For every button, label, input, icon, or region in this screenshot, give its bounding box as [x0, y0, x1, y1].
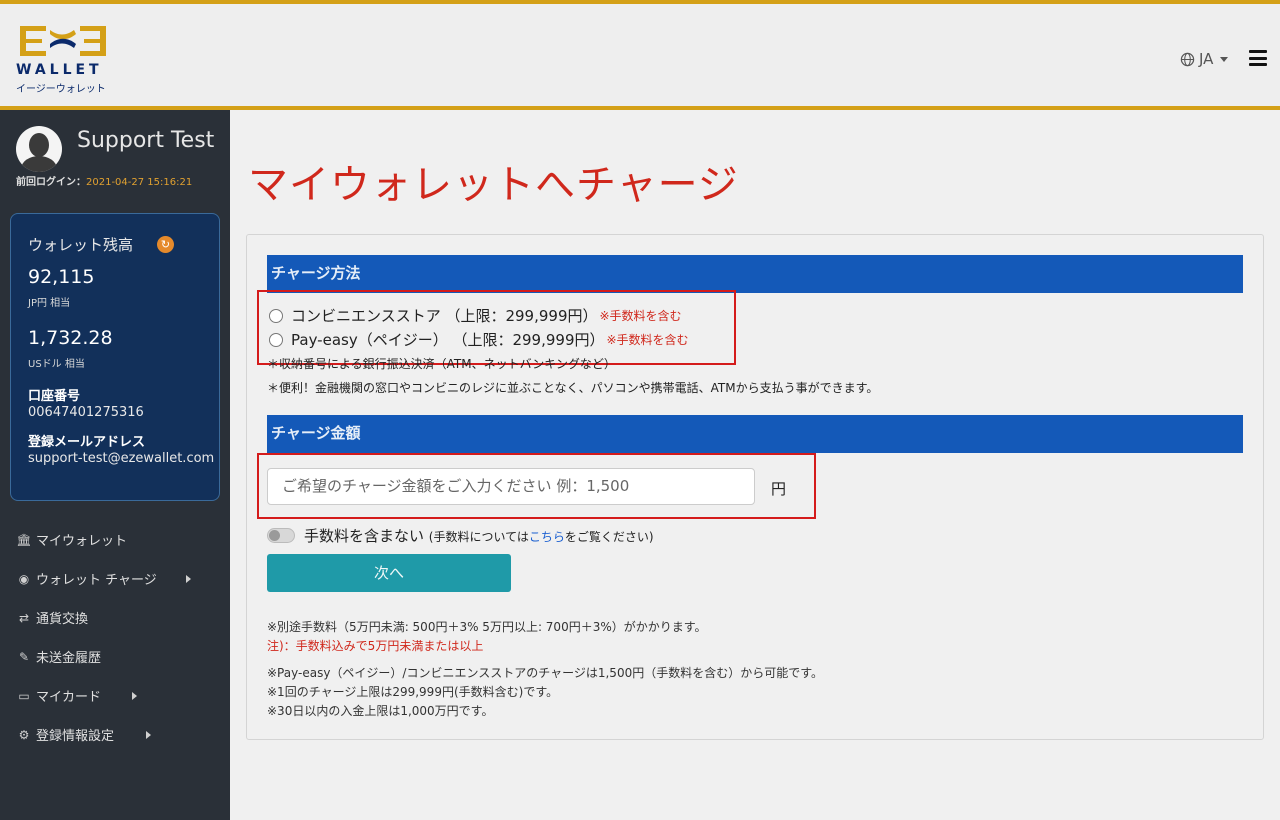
eze-wallet-logo[interactable]: WALLET イージーウォレット — [14, 20, 114, 98]
last-login: 前回ログイン：2021-04-27 15:16:21 — [16, 173, 192, 188]
history-icon: ✎ — [18, 649, 30, 664]
refresh-icon[interactable]: ↻ — [157, 236, 174, 253]
fee-included-note: ※手数料を含む — [606, 333, 689, 347]
radio-button[interactable] — [269, 332, 283, 347]
usd-balance-label: USドル 相当 — [28, 359, 85, 370]
chevron-right-icon — [186, 574, 191, 583]
gear-icon: ⚙ — [18, 727, 30, 742]
coin-icon: ◉ — [18, 571, 30, 586]
sidebar-item-currency-exchange[interactable]: ⇄ 通貨交換 — [16, 598, 226, 637]
exclude-fee-toggle[interactable] — [267, 528, 295, 543]
info-note-1: ※Pay-easy（ペイジー）/コンビニエンスストアのチャージは1,500円（手… — [267, 666, 824, 680]
radio-button[interactable] — [269, 308, 283, 323]
sidebar-item-label: 通貨交換 — [36, 612, 89, 627]
sidebar-item-wallet-charge[interactable]: ◉ ウォレット チャージ — [16, 559, 226, 598]
fee-included-note: ※手数料を含む — [599, 309, 682, 323]
chevron-right-icon — [132, 691, 137, 700]
top-header: WALLET イージーウォレット JA — [0, 0, 1280, 110]
avatar — [16, 126, 62, 172]
option-label: コンビニエンスストア （上限：299,999円） — [291, 307, 598, 325]
logo-subtitle: イージーウォレット — [16, 84, 106, 95]
charge-amount-input[interactable]: ご希望のチャージ金額をご入力ください 例：1,500 — [267, 468, 755, 505]
fee-note: ※別途手数料（5万円未満: 500円＋3% 5万円以上: 700円＋3%）がかか… — [267, 620, 707, 634]
language-selector[interactable]: JA — [1180, 50, 1229, 68]
email-label: 登録メールアドレス — [28, 435, 146, 450]
account-number: 00647401275316 — [28, 405, 144, 420]
email-value: support-test@ezewallet.com — [28, 451, 215, 466]
jpy-balance-label: JP円 相当 — [28, 298, 71, 309]
option-label: Pay-easy（ペイジー） （上限：299,999円） — [291, 331, 605, 349]
charge-method-header: チャージ方法 — [267, 255, 1243, 293]
highlight-box-methods — [257, 290, 736, 365]
language-code: JA — [1199, 50, 1214, 68]
chevron-down-icon — [1220, 56, 1229, 62]
sidebar-item-label: マイウォレット — [36, 534, 128, 549]
method-note-1: ＊収納番号による銀行振込決済（ATM、ネットバンキングなど） — [267, 357, 616, 371]
sidebar-item-label: マイカード — [36, 690, 102, 705]
sidebar-item-label: ウォレット チャージ — [36, 573, 157, 588]
wallet-balance-card: ウォレット残高 ↻ 92,115 JP円 相当 1,732.28 USドル 相当… — [10, 213, 220, 501]
toggle-note-pre: (手数料については — [428, 530, 529, 544]
globe-icon — [1180, 52, 1195, 66]
sidebar-item-my-card[interactable]: ▭ マイカード — [16, 676, 226, 715]
last-login-label: 前回ログイン： — [16, 177, 86, 188]
account-number-label: 口座番号 — [28, 389, 81, 404]
toggle-label-text: 手数料を含まない — [304, 527, 425, 545]
fee-info-link[interactable]: こちら — [529, 530, 565, 544]
sidebar-item-label: 登録情報設定 — [36, 729, 115, 744]
logo-wallet-text: WALLET — [16, 62, 103, 78]
hamburger-menu-icon[interactable] — [1249, 50, 1267, 66]
radio-pay-easy[interactable]: Pay-easy（ペイジー） （上限：299,999円） ※手数料を含む — [269, 329, 689, 350]
sidebar-item-my-wallet[interactable]: 🏛 マイウォレット — [16, 520, 226, 559]
page-title: マイウォレットへチャージ — [248, 162, 739, 208]
sidebar-item-label: 未送金履歴 — [36, 651, 102, 666]
info-note-3: ※30日以内の入金上限は1,000万円です。 — [267, 704, 494, 718]
sidebar-nav: 🏛 マイウォレット ◉ ウォレット チャージ ⇄ 通貨交換 ✎ 未送金履歴 ▭ … — [16, 520, 226, 754]
wallet-balance-title: ウォレット残高 — [28, 236, 134, 254]
user-name: Support Test — [77, 128, 215, 153]
card-icon: ▭ — [18, 688, 30, 703]
fee-warning: 注)：手数料込みで5万円未満または以上 — [267, 639, 484, 653]
method-note-2: ＊便利！金融機関の窓口やコンビニのレジに並ぶことなく、パソコンや携帯電話、ATM… — [267, 381, 879, 395]
jpy-balance: 92,115 — [28, 266, 95, 288]
charge-panel: チャージ方法 コンビニエンスストア （上限：299,999円） ※手数料を含む … — [246, 234, 1264, 740]
exchange-icon: ⇄ — [18, 610, 30, 625]
sidebar: Support Test 前回ログイン：2021-04-27 15:16:21 … — [0, 110, 230, 820]
info-note-2: ※1回のチャージ上限は299,999円(手数料含む)です。 — [267, 685, 559, 699]
sidebar-item-unsent-history[interactable]: ✎ 未送金履歴 — [16, 637, 226, 676]
chevron-right-icon — [146, 730, 151, 739]
sidebar-item-settings[interactable]: ⚙ 登録情報設定 — [16, 715, 226, 754]
exclude-fee-label: 手数料を含まない (手数料についてはこちらをご覧ください) — [304, 525, 654, 546]
bank-icon: 🏛 — [16, 532, 32, 547]
charge-amount-header: チャージ金額 — [267, 415, 1243, 453]
usd-balance: 1,732.28 — [28, 327, 113, 349]
toggle-note-post: をご覧ください) — [564, 530, 654, 544]
radio-convenience-store[interactable]: コンビニエンスストア （上限：299,999円） ※手数料を含む — [269, 305, 682, 326]
last-login-time: 2021-04-27 15:16:21 — [86, 177, 193, 188]
next-button[interactable]: 次へ — [267, 554, 511, 592]
yen-unit: 円 — [771, 480, 787, 498]
eze-logo-mark-icon — [20, 26, 106, 56]
